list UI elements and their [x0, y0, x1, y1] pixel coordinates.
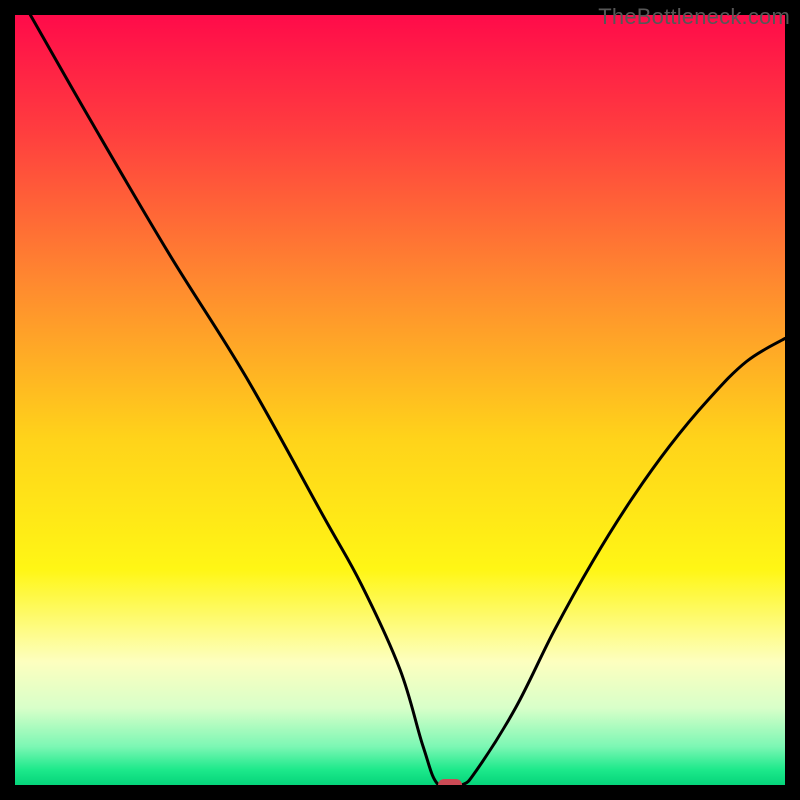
watermark-text: TheBottleneck.com	[598, 4, 790, 30]
optimum-marker	[438, 779, 462, 785]
plot-area	[15, 15, 785, 785]
chart-container: TheBottleneck.com	[0, 0, 800, 800]
bottleneck-chart	[15, 15, 785, 785]
